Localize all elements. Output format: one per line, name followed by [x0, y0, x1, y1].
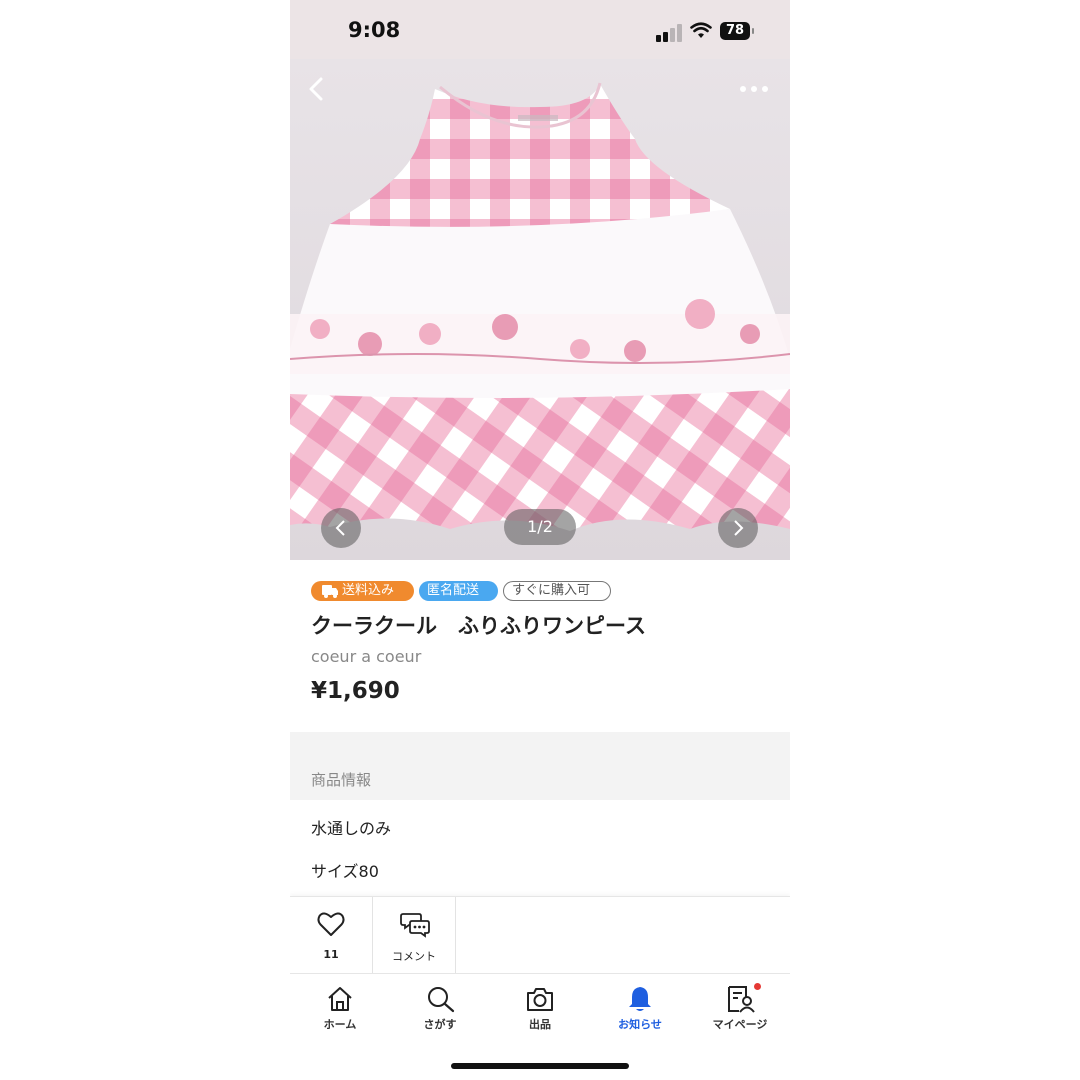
- image-counter: 1/2: [504, 509, 576, 545]
- shipping-included-badge: 送料込み: [311, 581, 414, 601]
- notification-dot: [754, 983, 761, 990]
- comment-label: コメント: [392, 950, 436, 963]
- instant-buy-badge: すぐに購入可: [503, 581, 611, 601]
- tab-label: マイページ: [712, 1018, 768, 1031]
- previous-image-button[interactable]: [321, 508, 361, 548]
- wifi-icon: [690, 22, 712, 38]
- heart-icon: [317, 912, 345, 936]
- tab-label: お知らせ: [618, 1018, 662, 1031]
- like-button[interactable]: 11: [290, 897, 373, 974]
- more-options-icon[interactable]: [738, 83, 770, 95]
- action-bar: 11 コメント: [290, 896, 790, 974]
- phone-screen: 9:08 78 1/2 送料込み 匿名配送 すぐに購入可 クーラクール ふりふり…: [290, 0, 790, 1080]
- home-indicator: [451, 1063, 629, 1069]
- like-count: 11: [323, 948, 339, 961]
- search-icon: [428, 987, 455, 1013]
- product-price: ¥1,690: [311, 678, 400, 704]
- chevron-right-icon: [734, 520, 744, 536]
- tab-notifications[interactable]: お知らせ: [590, 974, 690, 1034]
- cellular-signal-icon: [656, 24, 682, 42]
- status-time: 9:08: [348, 18, 401, 42]
- bell-icon: [629, 987, 651, 1011]
- back-arrow-icon[interactable]: [302, 74, 332, 104]
- bottom-tab-bar: ホーム さがす 出品 お知らせ マイページ: [290, 973, 790, 1080]
- section-header: 商品情報: [290, 732, 790, 800]
- brand-link[interactable]: coeur a coeur: [311, 647, 421, 666]
- shipping-included-label: 送料込み: [342, 583, 395, 598]
- battery-icon: 78: [720, 22, 754, 40]
- anonymous-shipping-badge: 匿名配送: [419, 581, 498, 601]
- next-image-button[interactable]: [718, 508, 758, 548]
- truck-icon: [322, 585, 338, 598]
- tab-label: 出品: [529, 1018, 551, 1031]
- comment-button[interactable]: コメント: [373, 897, 456, 974]
- description-line: 水通しのみ: [311, 819, 392, 838]
- tab-label: さがす: [423, 1018, 457, 1031]
- tab-search[interactable]: さがす: [390, 974, 490, 1034]
- tab-home[interactable]: ホーム: [290, 974, 390, 1034]
- tab-label: ホーム: [323, 1018, 357, 1031]
- tab-sell[interactable]: 出品: [490, 974, 590, 1034]
- home-icon: [328, 987, 352, 1011]
- camera-icon: [527, 988, 553, 1011]
- description-line: サイズ80: [311, 862, 379, 881]
- chevron-left-icon: [335, 520, 345, 536]
- tab-mypage[interactable]: マイページ: [690, 974, 790, 1034]
- section-heading: 商品情報: [311, 771, 372, 789]
- dress-image: [290, 82, 790, 531]
- comment-bubble-icon: [400, 913, 430, 938]
- status-bar: 9:08 78: [290, 0, 790, 59]
- profile-document-icon: [728, 986, 755, 1013]
- product-title: クーラクール ふりふりワンピース: [311, 614, 646, 638]
- product-photo[interactable]: 1/2: [290, 59, 790, 560]
